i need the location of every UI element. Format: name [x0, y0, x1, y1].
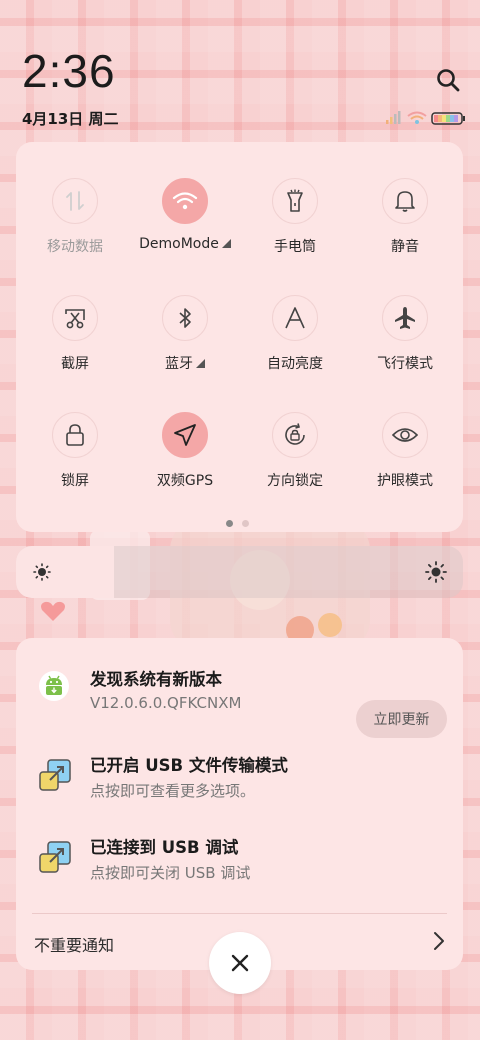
expand-triangle-icon [221, 239, 231, 248]
divider [32, 913, 447, 914]
notification-subtitle: V12.0.6.0.QFKCNXM [90, 694, 242, 712]
location-arrow-icon [174, 424, 196, 446]
brightness-high-icon [425, 561, 447, 583]
tile-circle [272, 412, 318, 458]
notification-title: 已开启 USB 文件传输模式 [90, 756, 288, 775]
android-update-icon [39, 671, 69, 701]
notification-usb-debugging[interactable]: 已连接到 USB 调试 点按即可关闭 USB 调试 [16, 834, 463, 904]
bell-icon [395, 191, 415, 212]
tile-label: 移动数据 [47, 239, 103, 255]
tile-label: DemoMode [130, 236, 240, 252]
notification-title: 已连接到 USB 调试 [90, 838, 239, 857]
tile-circle [382, 412, 428, 458]
tile-circle [52, 412, 98, 458]
mobile-data-icon [66, 191, 84, 211]
tile-eye-care[interactable]: 护眼模式 [350, 412, 460, 490]
tile-label: 蓝牙 [130, 353, 240, 373]
screenshot-icon [65, 309, 85, 329]
flashlight-icon [287, 189, 303, 212]
tile-mute[interactable]: 静音 [350, 178, 460, 256]
tile-screenshot[interactable]: 截屏 [20, 295, 130, 373]
tile-label-text: DemoMode [139, 236, 219, 252]
system-status-icons [386, 111, 465, 125]
update-now-button[interactable]: 立即更新 [356, 700, 447, 738]
tile-circle [272, 178, 318, 224]
notification-usb-file-transfer[interactable]: 已开启 USB 文件传输模式 点按即可查看更多选项。 [16, 752, 463, 822]
wifi-icon [407, 111, 427, 124]
wifi-icon [172, 192, 198, 210]
tile-label: 手电筒 [274, 239, 316, 255]
eye-icon [392, 428, 418, 442]
tile-circle [272, 295, 318, 341]
brightness-fill [16, 546, 114, 598]
notification-subtitle: 点按即可查看更多选项。 [90, 782, 256, 800]
airplane-icon [395, 307, 415, 329]
tile-label: 静音 [391, 239, 419, 255]
tile-label: 飞行模式 [377, 356, 433, 372]
tile-circle [162, 412, 208, 458]
notification-system-update[interactable]: 发现系统有新版本 V12.0.6.0.QFKCNXM 立即更新 [16, 666, 463, 738]
tile-circle [382, 295, 428, 341]
signal-icon [386, 111, 401, 124]
unimportant-notifications-link[interactable]: 不重要通知 [34, 932, 114, 956]
rotation-lock-icon [285, 423, 305, 445]
tile-airplane[interactable]: 飞行模式 [350, 295, 460, 373]
tile-wifi[interactable]: DemoMode [130, 178, 240, 252]
tile-rotation-lock[interactable]: 方向锁定 [240, 412, 350, 490]
quick-settings-panel: 移动数据 DemoMode 手电筒 静音 截屏 蓝牙 自动亮度 飞行模式 锁屏 … [16, 142, 463, 532]
battery-icon [431, 112, 465, 125]
tile-label: 方向锁定 [267, 473, 323, 489]
clear-notifications-button[interactable] [209, 932, 271, 994]
tile-label: 自动亮度 [267, 356, 323, 372]
tile-circle [162, 178, 208, 224]
tile-flashlight[interactable]: 手电筒 [240, 178, 350, 256]
page-dot-active [226, 520, 233, 527]
tile-mobile-data[interactable]: 移动数据 [20, 178, 130, 256]
page-dot [242, 520, 249, 527]
usb-icon [39, 841, 71, 873]
tile-label: 护眼模式 [377, 473, 433, 489]
chevron-right-icon[interactable] [432, 930, 446, 952]
tile-label: 截屏 [61, 356, 89, 372]
tile-circle [52, 295, 98, 341]
heart-decoration [41, 601, 65, 621]
lock-icon [66, 424, 84, 446]
tile-lock-screen[interactable]: 锁屏 [20, 412, 130, 490]
tile-circle [162, 295, 208, 341]
tile-dual-gps[interactable]: 双频GPS [130, 412, 240, 490]
tile-circle [382, 178, 428, 224]
date-label: 4月13日 周二 [22, 110, 119, 128]
clock: 2:36 [22, 45, 116, 97]
usb-icon [39, 759, 71, 791]
expand-triangle-icon [196, 359, 205, 368]
notification-panel: 发现系统有新版本 V12.0.6.0.QFKCNXM 立即更新 已开启 USB … [16, 638, 463, 970]
tile-label: 锁屏 [61, 473, 89, 489]
tile-bluetooth[interactable]: 蓝牙 [130, 295, 240, 373]
tile-label-text: 蓝牙 [165, 356, 193, 372]
tile-auto-brightness[interactable]: 自动亮度 [240, 295, 350, 373]
status-bar: 2:36 4月13日 周二 [0, 0, 480, 140]
notification-title: 发现系统有新版本 [90, 670, 222, 689]
notification-subtitle: 点按即可关闭 USB 调试 [90, 864, 251, 882]
auto-brightness-icon [285, 307, 305, 329]
brightness-slider[interactable] [16, 546, 463, 598]
tile-circle [52, 178, 98, 224]
tile-label: 双频GPS [156, 473, 214, 489]
close-icon [231, 954, 249, 972]
brightness-low-icon [33, 563, 51, 581]
search-icon[interactable] [434, 66, 462, 94]
bluetooth-icon [179, 308, 191, 328]
